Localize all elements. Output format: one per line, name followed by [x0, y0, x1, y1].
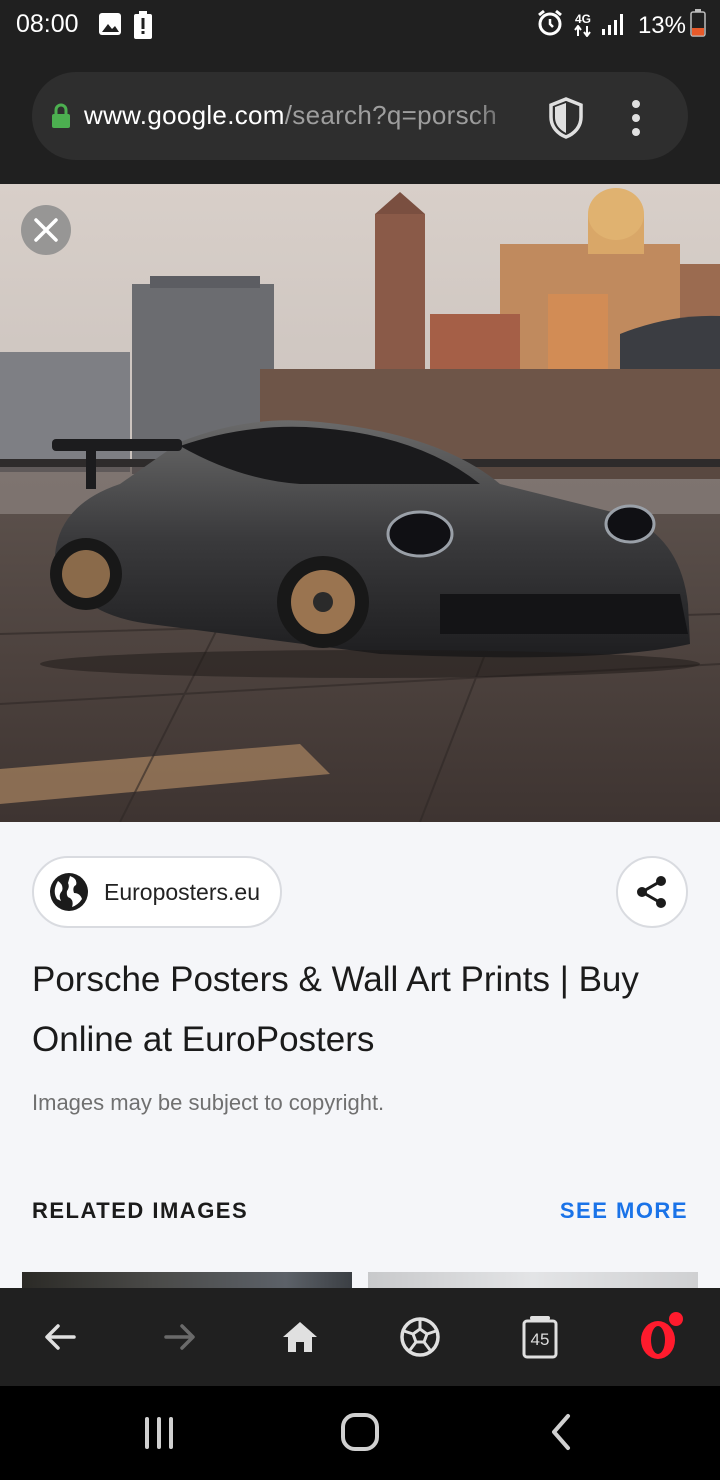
battery-alert-icon [134, 11, 152, 44]
network-4g-icon: 4G [574, 12, 592, 37]
football-button[interactable] [395, 1312, 445, 1362]
address-bar[interactable]: www.google.com/search?q=porsch [32, 72, 688, 160]
home-button-icon[interactable] [340, 1412, 380, 1457]
recents-icon[interactable] [140, 1414, 178, 1457]
status-left-icons [98, 11, 152, 44]
back-icon [45, 1324, 76, 1350]
home-button[interactable] [275, 1312, 325, 1362]
porsche-photo [0, 184, 720, 822]
url-path: /search?q=porsch [284, 100, 497, 130]
back-button[interactable] [35, 1312, 85, 1362]
alarm-icon [536, 9, 564, 42]
opera-menu-icon [641, 1312, 683, 1359]
forward-button[interactable] [155, 1312, 205, 1362]
source-label: Europosters.eu [104, 878, 260, 905]
back-button-icon[interactable] [546, 1412, 576, 1457]
browser-bottom-nav: 45 [0, 1288, 720, 1386]
result-title[interactable]: Porsche Posters & Wall Art Prints | Buy … [32, 950, 692, 1070]
more-vert-icon[interactable] [626, 98, 646, 143]
url-fade [472, 94, 534, 138]
close-icon [34, 218, 58, 242]
screen: 08:00 4G 13% www.google.com/search?q=por… [0, 0, 720, 1480]
football-icon [400, 1317, 440, 1357]
signal-icon [601, 11, 628, 40]
preview-image[interactable] [0, 184, 720, 822]
copyright-note: Images may be subject to copyright. [32, 1090, 385, 1115]
tabs-icon: 45 [522, 1315, 558, 1359]
forward-icon [164, 1324, 195, 1350]
home-icon [283, 1322, 317, 1352]
source-chip[interactable]: Europosters.eu [32, 856, 282, 928]
tabs-button[interactable]: 45 [515, 1312, 565, 1362]
network-label: 4G [574, 12, 591, 26]
see-more-link[interactable]: SEE MORE [560, 1198, 688, 1224]
status-right-icons: 4G 13% [536, 9, 706, 42]
status-bar: 08:00 4G 13% [0, 0, 720, 52]
shield-icon[interactable] [546, 96, 586, 145]
system-nav-bar [0, 1386, 720, 1480]
battery-icon [690, 9, 706, 42]
related-images-heading: RELATED IMAGES [32, 1198, 249, 1223]
status-time: 08:00 [16, 10, 79, 38]
browser-toolbar: www.google.com/search?q=porsch [0, 52, 720, 184]
share-button[interactable] [616, 856, 688, 928]
image-info-panel: Europosters.eu Porsche Posters & Wall Ar… [0, 822, 720, 1292]
image-icon [98, 11, 122, 44]
globe-icon [50, 873, 88, 911]
url-host: www.google.com [84, 100, 285, 130]
close-button[interactable] [21, 205, 71, 255]
share-icon [637, 876, 666, 908]
opera-menu-button[interactable] [636, 1312, 686, 1362]
url-text[interactable]: www.google.com/search?q=porsch [84, 100, 530, 134]
lock-icon[interactable] [50, 103, 72, 134]
tab-count: 45 [530, 1330, 550, 1349]
battery-percent: 13% [637, 11, 686, 39]
